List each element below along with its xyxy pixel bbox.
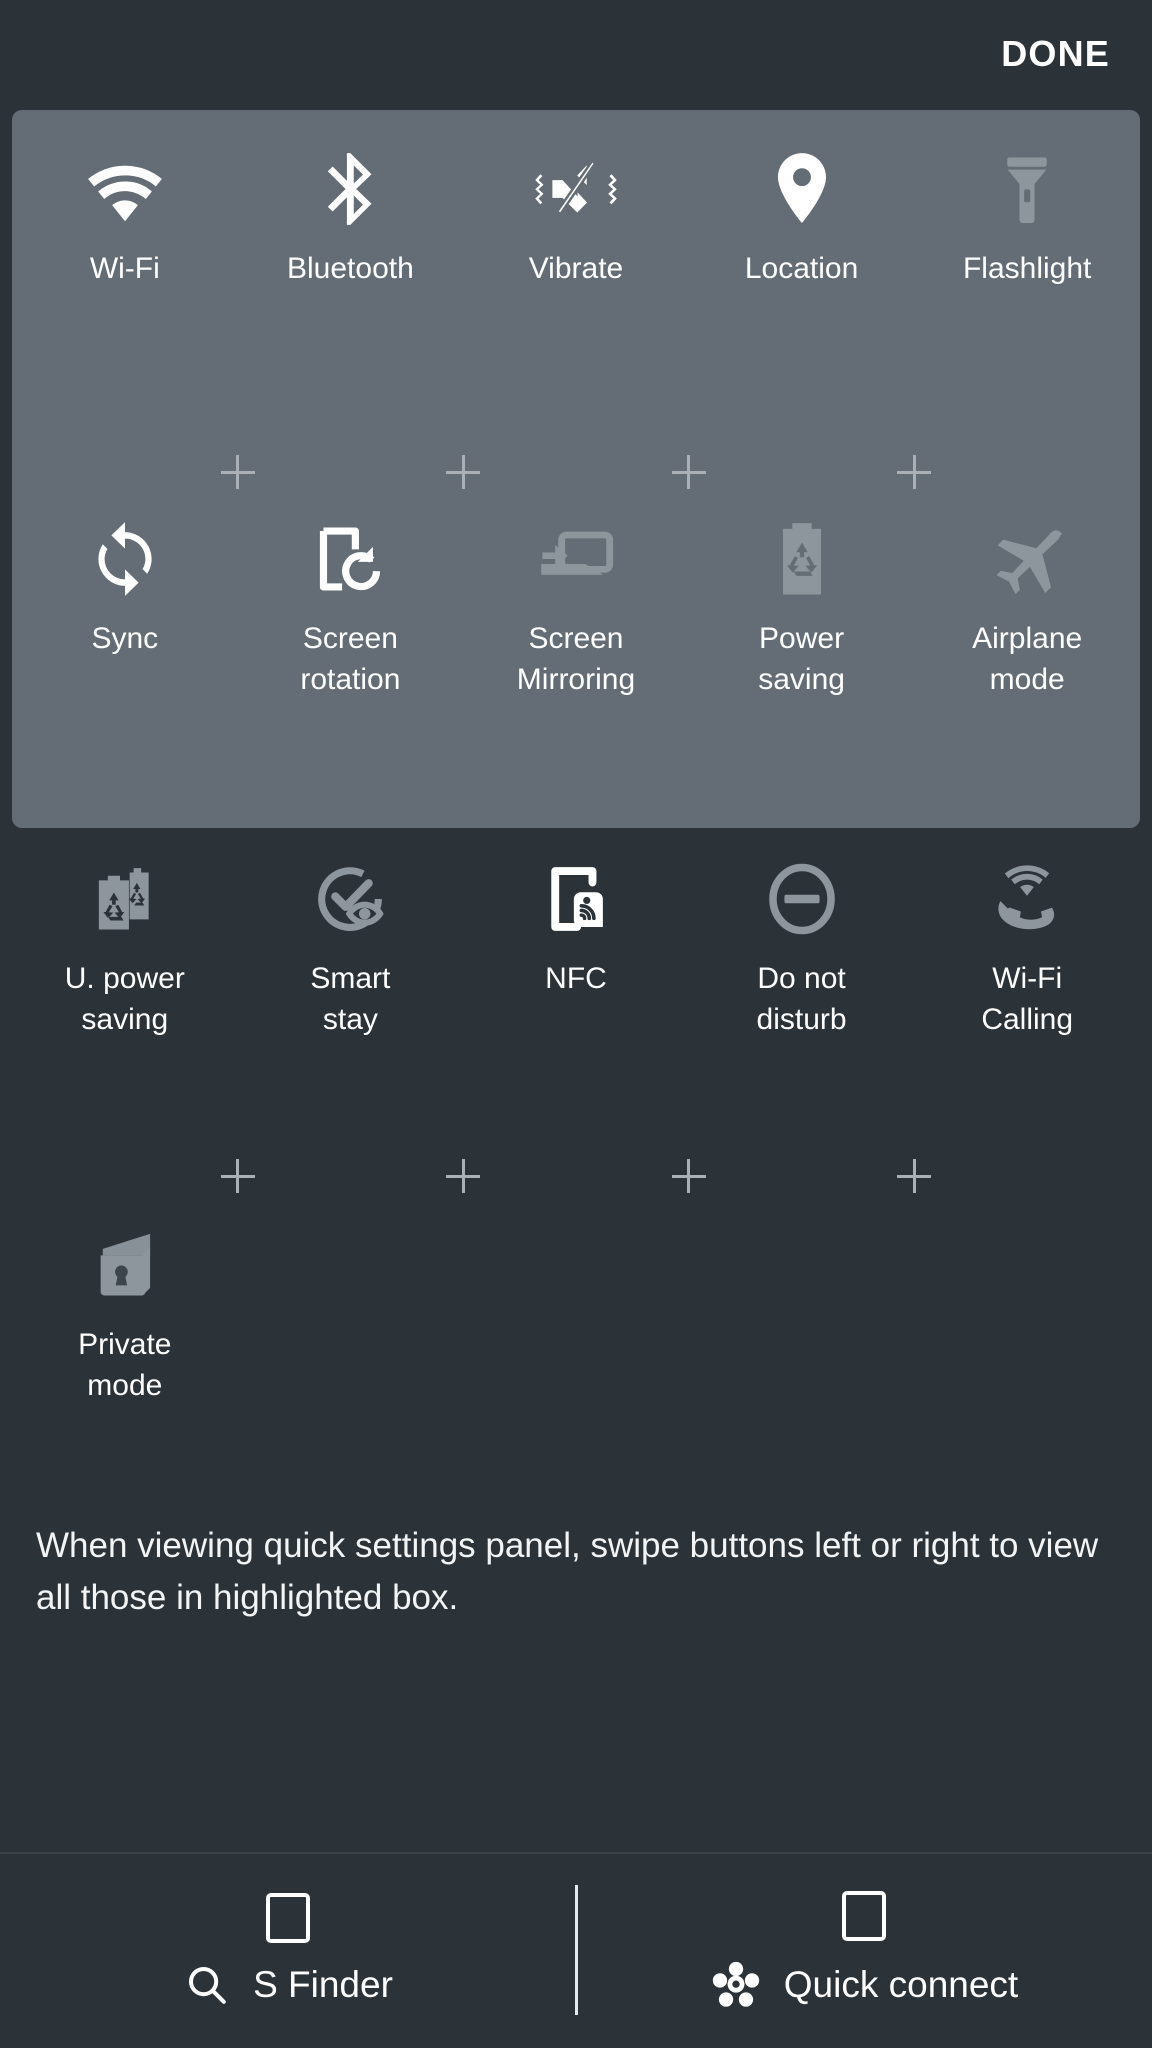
bottom-item-quick-connect[interactable]: Quick connect (576, 1854, 1152, 2048)
quick-setting-tile-vibrate[interactable]: Vibrate (463, 146, 689, 289)
quick-setting-tile-ultra-power-saving[interactable]: U. power saving (12, 856, 238, 1040)
quick-setting-label: Wi-Fi (89, 252, 160, 285)
bottom-item-label: S Finder (253, 1964, 393, 2005)
quick-setting-label: Vibrate (528, 252, 624, 285)
airplane-icon (984, 516, 1070, 602)
flashlight-icon (984, 146, 1070, 232)
wifi-calling-icon (984, 856, 1070, 942)
quick-setting-tile-sync[interactable]: Sync (12, 516, 238, 700)
quick-setting-label: Smart stay (310, 962, 391, 1036)
lower-row-2: Private mode (12, 1222, 1140, 1406)
quick-settings-edit-screen: DONE Wi-Fi Bluetooth Vibrate Location Fl… (0, 0, 1152, 2048)
quick-setting-label: Sync (91, 622, 159, 655)
quick-setting-label: Location (744, 252, 859, 285)
quick-setting-label: NFC (545, 962, 607, 995)
wifi-icon (82, 146, 168, 232)
quick-setting-tile-nfc[interactable]: NFC (463, 856, 689, 1040)
quick-setting-label: Wi-Fi Calling (981, 962, 1074, 1036)
add-separator-icon[interactable] (671, 1159, 706, 1193)
ultra-power-saving-icon (82, 856, 168, 942)
quick-setting-tile-screen-rotation[interactable]: Screen rotation (238, 516, 464, 700)
do-not-disturb-icon (759, 856, 845, 942)
quick-setting-tile-do-not-disturb[interactable]: Do not disturb (689, 856, 915, 1040)
search-icon (183, 1961, 231, 2009)
panel-separator-row (12, 442, 1140, 502)
quick-setting-label: Screen Mirroring (516, 622, 636, 696)
add-separator-icon[interactable] (220, 455, 255, 489)
smart-stay-icon (307, 856, 393, 942)
quick-setting-label: Private mode (78, 1328, 172, 1402)
power-saving-icon (759, 516, 845, 602)
panel-row-2: Sync Screen rotation Screen Mirroring Po… (12, 516, 1140, 700)
quick-setting-tile-bluetooth[interactable]: Bluetooth (238, 146, 464, 289)
done-button[interactable]: DONE (997, 27, 1114, 81)
panel-row-1: Wi-Fi Bluetooth Vibrate Location Flashli… (12, 146, 1140, 289)
screen-rotation-icon (307, 516, 393, 602)
bottom-item-s-finder[interactable]: S Finder (0, 1854, 576, 2048)
add-separator-icon[interactable] (897, 1159, 932, 1193)
quick-setting-label: Power saving (758, 622, 845, 696)
quick-setting-label: Do not disturb (756, 962, 847, 1036)
header: DONE (0, 0, 1152, 108)
location-pin-icon (759, 146, 845, 232)
quick-setting-tile-flashlight[interactable]: Flashlight (914, 146, 1140, 289)
lower-separator-row (12, 1146, 1140, 1206)
add-separator-icon[interactable] (220, 1159, 255, 1193)
s-finder-checkbox[interactable] (266, 1893, 310, 1943)
highlighted-quick-settings-panel: Wi-Fi Bluetooth Vibrate Location Flashli… (12, 110, 1140, 828)
quick-setting-tile-private-mode[interactable]: Private mode (12, 1222, 238, 1406)
quick-setting-tile-airplane-mode[interactable]: Airplane mode (914, 516, 1140, 700)
instruction-text: When viewing quick settings panel, swipe… (36, 1526, 1099, 1617)
quick-setting-label: Bluetooth (287, 252, 414, 285)
add-separator-icon[interactable] (446, 1159, 481, 1193)
quick-setting-tile-screen-mirroring[interactable]: Screen Mirroring (463, 516, 689, 700)
quick-setting-label: Flashlight (962, 252, 1092, 285)
quick-setting-tile-location[interactable]: Location (689, 146, 915, 289)
bluetooth-icon (307, 146, 393, 232)
sync-icon (82, 516, 168, 602)
add-separator-icon[interactable] (446, 455, 481, 489)
lower-row-1: U. power saving Smart stay NFC Do not di… (12, 856, 1140, 1040)
quick-setting-tile-wifi-calling[interactable]: Wi-Fi Calling (914, 856, 1140, 1040)
add-separator-icon[interactable] (671, 455, 706, 489)
add-separator-icon[interactable] (897, 455, 932, 489)
quick-connect-icon (710, 1959, 762, 2011)
nfc-icon (533, 856, 619, 942)
quick-setting-tile-power-saving[interactable]: Power saving (689, 516, 915, 700)
private-mode-icon (82, 1222, 168, 1308)
vibrate-icon (533, 146, 619, 232)
bottom-bar-vertical-divider (575, 1885, 578, 2015)
bottom-item-label: Quick connect (783, 1964, 1019, 2005)
screen-mirroring-icon (533, 516, 619, 602)
quick-setting-tile-smart-stay[interactable]: Smart stay (238, 856, 464, 1040)
quick-connect-checkbox[interactable] (842, 1891, 886, 1941)
quick-setting-tile-wifi[interactable]: Wi-Fi (12, 146, 238, 289)
quick-setting-label: Airplane mode (972, 622, 1083, 696)
quick-setting-label: Screen rotation (300, 622, 401, 696)
quick-setting-label: U. power saving (64, 962, 185, 1036)
